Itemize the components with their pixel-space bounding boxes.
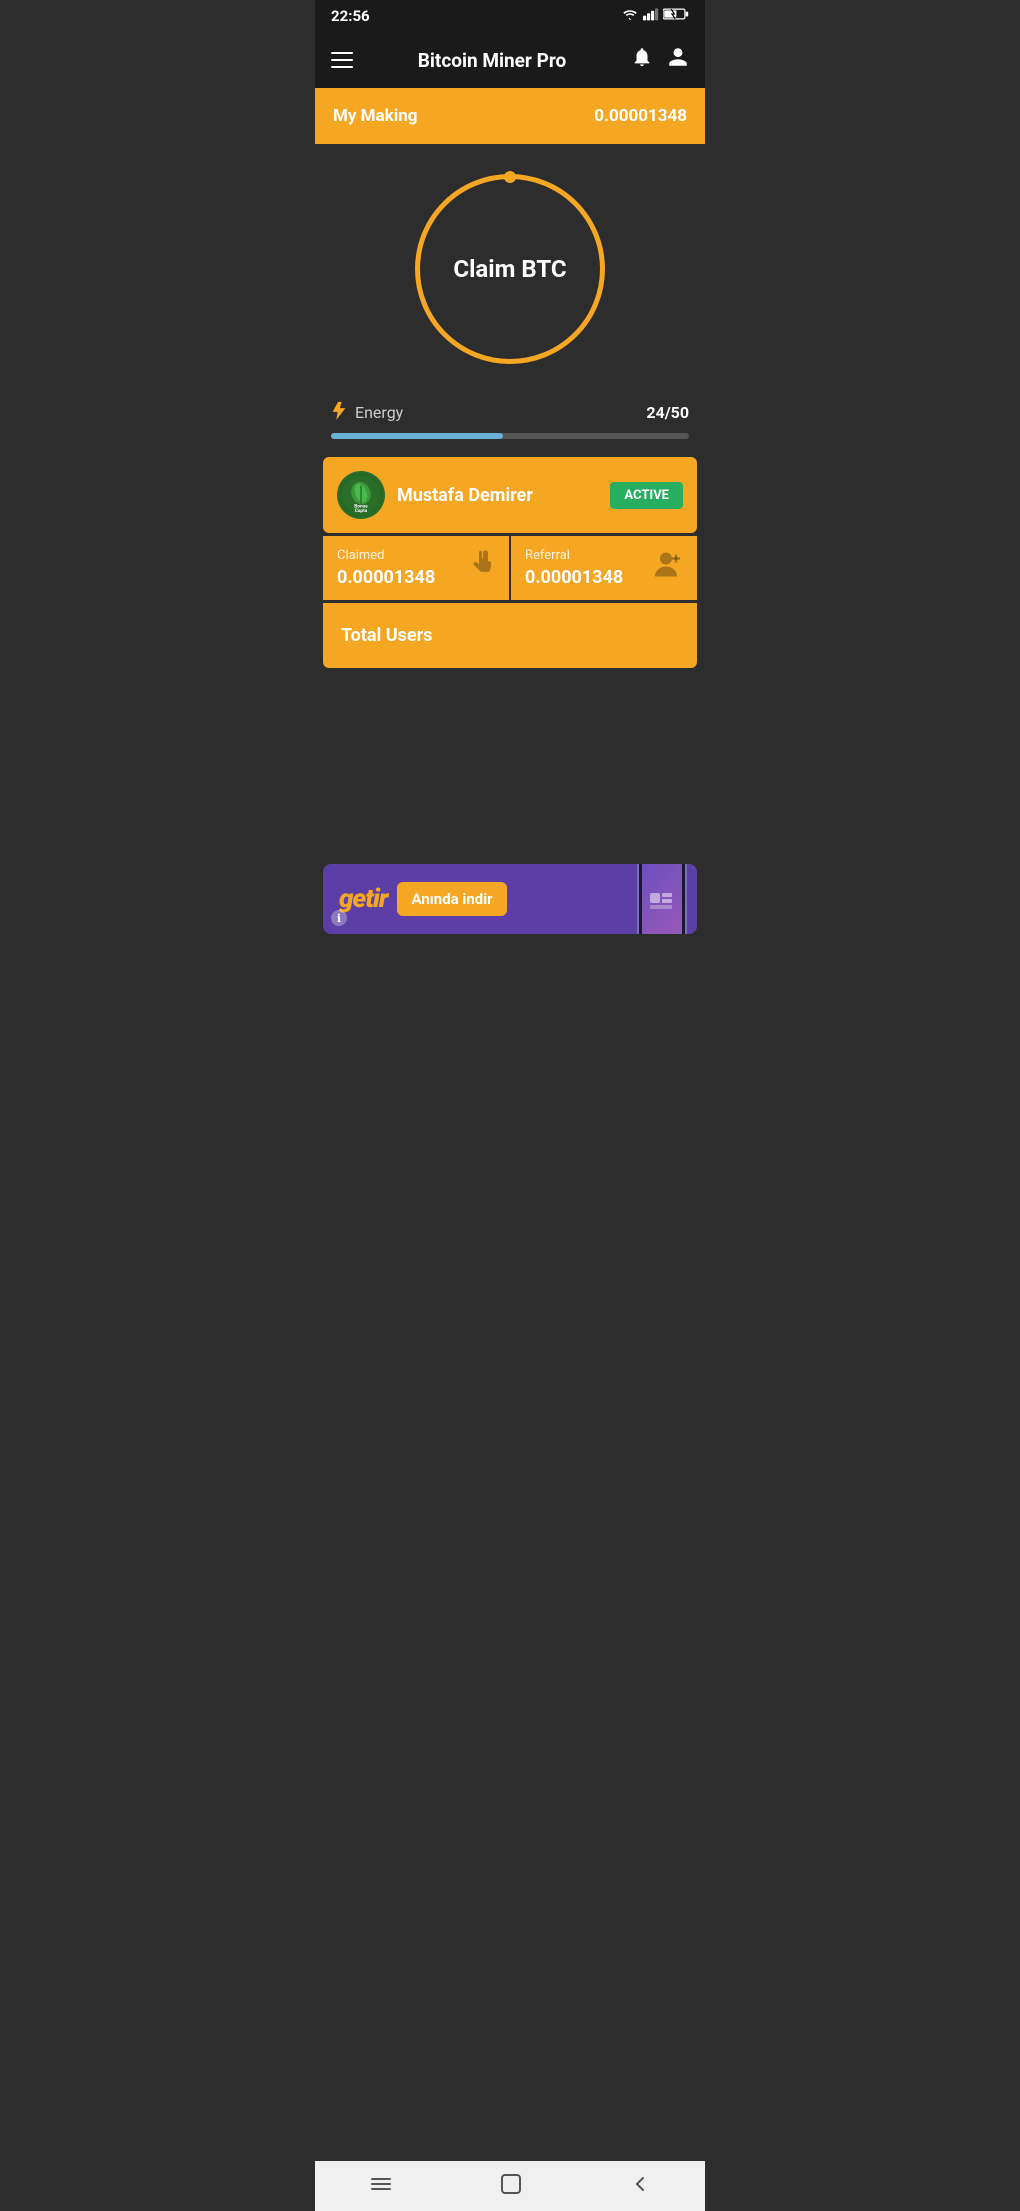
phone-screen xyxy=(642,864,682,934)
ad-phone-graphic xyxy=(637,864,687,934)
getir-logo: getir xyxy=(339,884,387,914)
energy-value: 24/50 xyxy=(646,403,689,422)
user-card-left: Bonus Capta Mustafa Demirer xyxy=(337,471,533,519)
my-making-label: My Making xyxy=(333,106,417,126)
phone-illustration xyxy=(637,864,687,934)
status-time: 22:56 xyxy=(331,7,370,25)
square-icon xyxy=(500,2173,522,2200)
profile-icon[interactable] xyxy=(667,46,689,74)
hand-tap-icon xyxy=(467,549,495,588)
wifi-icon xyxy=(621,7,639,25)
stats-row: Claimed 0.00001348 Referral 0.00001348 xyxy=(323,536,697,600)
my-making-banner: My Making 0.00001348 xyxy=(315,88,705,144)
total-users-card: Total Users xyxy=(323,603,697,668)
energy-section: Energy 24/50 xyxy=(315,384,705,439)
getir-download-button[interactable]: Anında indir xyxy=(397,882,506,916)
bottom-spacer xyxy=(315,934,705,994)
energy-label: Energy xyxy=(355,403,403,422)
lightning-icon xyxy=(331,400,347,425)
home-icon xyxy=(369,2174,393,2199)
claimed-card: Claimed 0.00001348 xyxy=(323,536,511,600)
back-icon xyxy=(629,2173,651,2200)
status-bar: 22:56 xyxy=(315,0,705,32)
top-bar: Bitcoin Miner Pro xyxy=(315,32,705,88)
total-users-label: Total Users xyxy=(341,625,432,646)
status-icons xyxy=(621,7,689,25)
my-making-value: 0.00001348 xyxy=(594,106,687,126)
app-title: Bitcoin Miner Pro xyxy=(365,49,619,72)
bottom-nav xyxy=(315,2161,705,2211)
content-spacer xyxy=(315,676,705,856)
claim-button-text: Claim BTC xyxy=(453,255,566,283)
nav-home-square-button[interactable] xyxy=(480,2165,542,2208)
signal-icon xyxy=(643,7,659,25)
ad-content-left: getir Anında indir xyxy=(339,882,507,916)
referral-card[interactable]: Referral 0.00001348 xyxy=(511,536,697,600)
avatar-image: Bonus Capta xyxy=(339,473,383,517)
energy-left: Energy xyxy=(331,400,403,425)
ad-info-badge[interactable]: ℹ xyxy=(331,910,347,926)
ad-banner[interactable]: getir Anında indir ℹ xyxy=(323,864,697,934)
nav-home-button[interactable] xyxy=(349,2166,413,2207)
claim-button[interactable]: Claim BTC xyxy=(415,174,605,364)
svg-text:Capta: Capta xyxy=(355,508,368,514)
energy-header: Energy 24/50 xyxy=(331,400,689,425)
claim-section: Claim BTC xyxy=(315,144,705,384)
energy-bar-background xyxy=(331,433,689,439)
header-icons xyxy=(631,46,689,74)
avatar: Bonus Capta xyxy=(337,471,385,519)
nav-back-button[interactable] xyxy=(609,2165,671,2208)
active-badge: ACTIVE xyxy=(610,482,683,509)
battery-icon xyxy=(663,7,689,25)
bell-icon[interactable] xyxy=(631,46,653,74)
menu-button[interactable] xyxy=(331,52,353,68)
user-card: Bonus Capta Mustafa Demirer ACTIVE xyxy=(323,457,697,533)
user-name: Mustafa Demirer xyxy=(397,485,533,506)
add-user-icon xyxy=(653,551,683,586)
energy-bar-fill xyxy=(331,433,503,439)
